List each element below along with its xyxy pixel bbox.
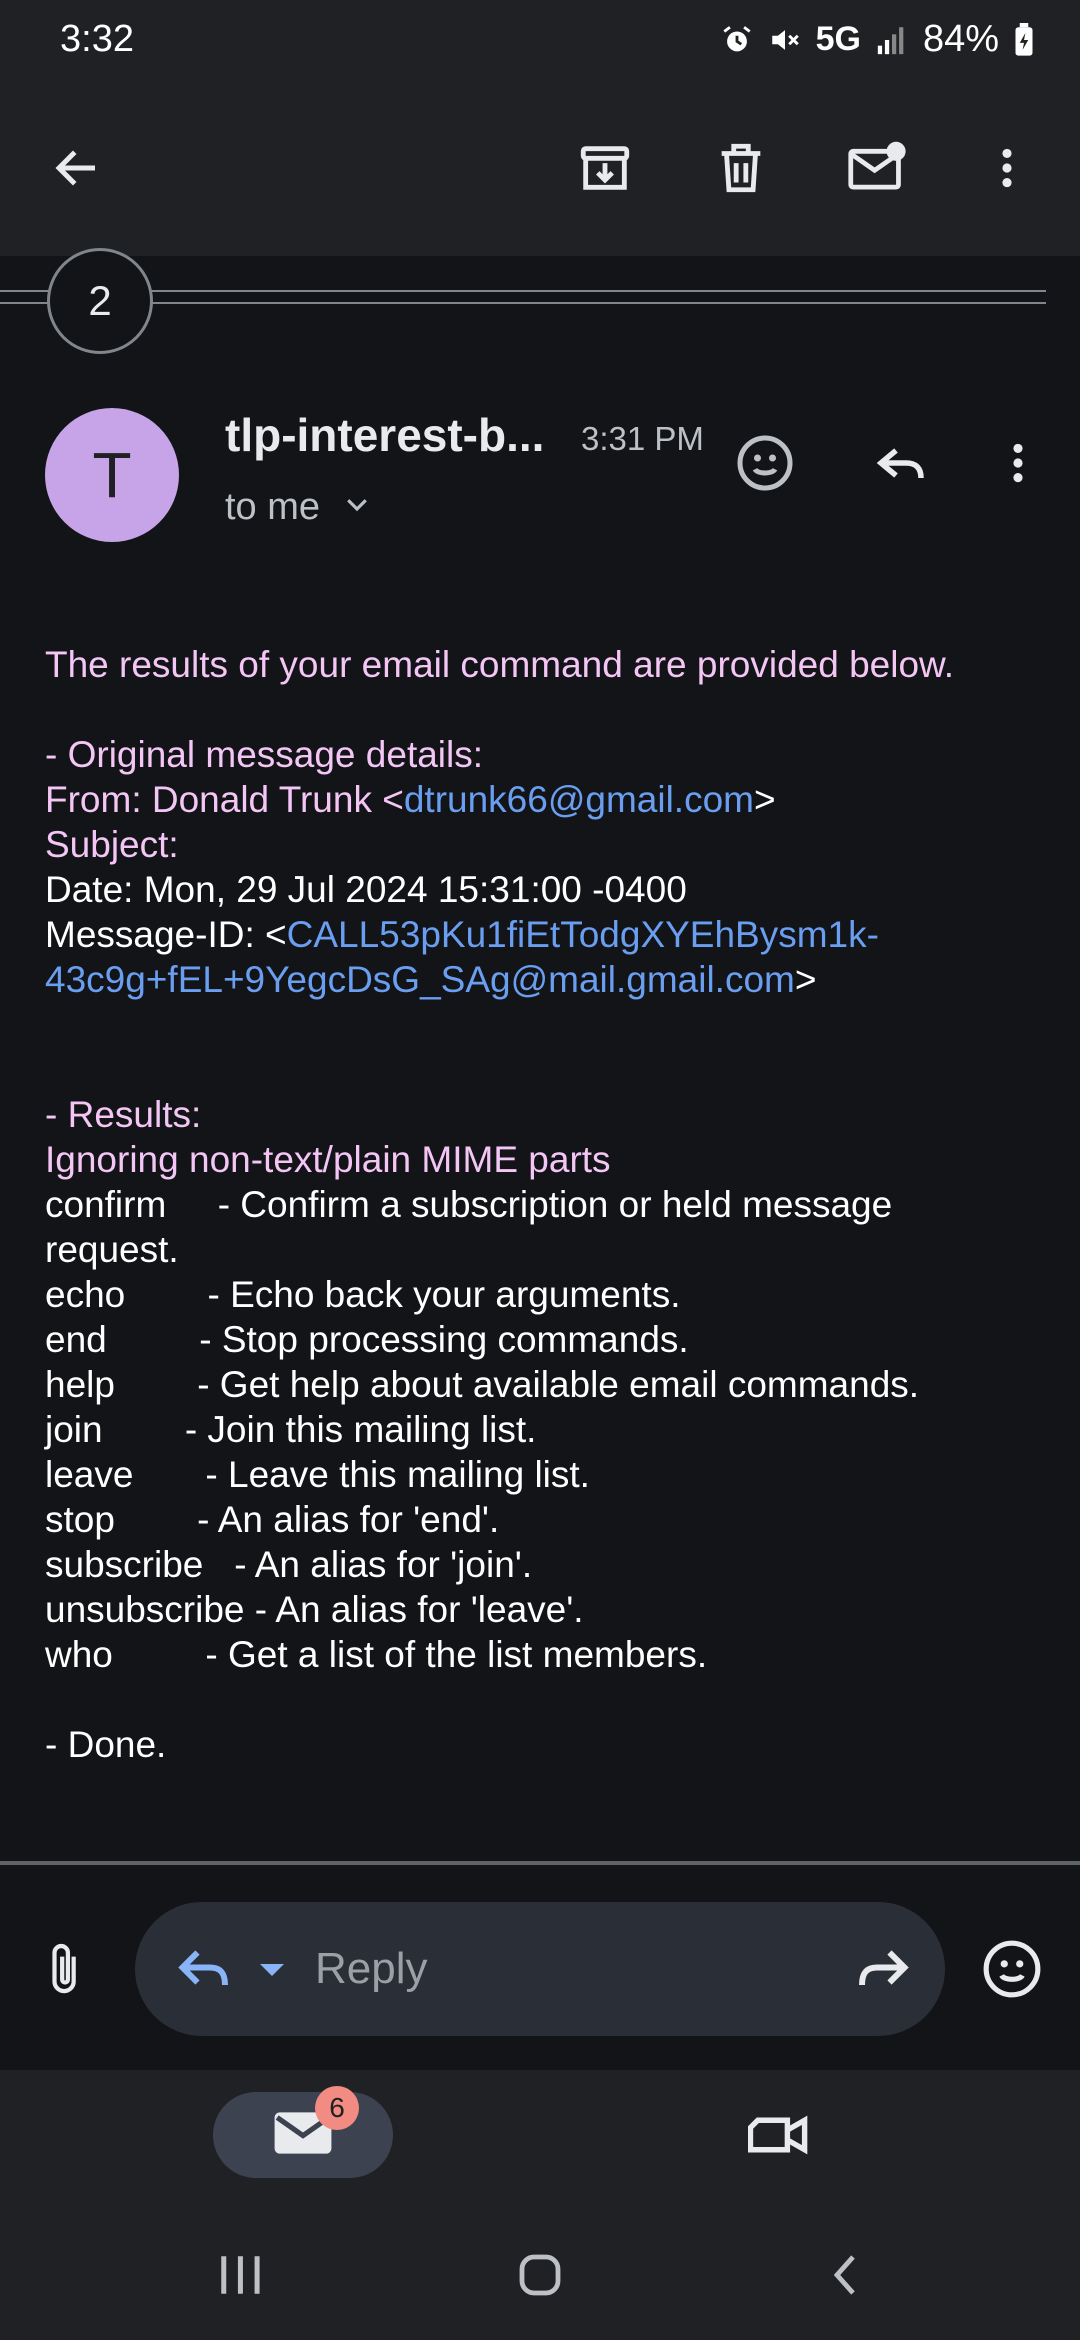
command-line: echo - Echo back your arguments. [45, 1274, 681, 1315]
message-id-line: Message-ID: <CALL53pKu1fiEtTodgXYEhBysm1… [45, 912, 1045, 957]
email-body: The results of your email command are pr… [45, 642, 1045, 1767]
top-toolbar [0, 80, 1080, 256]
from-label: From: Donald Trunk < [45, 779, 404, 820]
more-vert-icon[interactable] [973, 418, 1063, 508]
emoji-icon[interactable] [978, 1935, 1046, 2003]
command-line: confirm - Confirm a subscription or held… [45, 1184, 893, 1225]
reply-icon[interactable] [856, 418, 946, 508]
mark-unread-icon[interactable] [827, 80, 927, 256]
dropdown-icon[interactable] [252, 1955, 292, 1985]
reply-placeholder: Reply [315, 1944, 428, 1993]
collapsed-divider [0, 302, 1046, 304]
battery-percent: 84% [922, 18, 999, 60]
command-line: help - Get help about available email co… [45, 1364, 920, 1405]
alarm-icon [720, 23, 754, 57]
avatar[interactable]: T [45, 408, 179, 542]
sent-time: 3:31 PM [581, 420, 704, 457]
body-intro: The results of your email command are pr… [45, 644, 954, 685]
attachment-icon[interactable] [36, 1935, 96, 2005]
forward-icon[interactable] [850, 1940, 914, 2000]
message-id-line-2: 43c9g+fEL+9YegcDsG_SAg@mail.gmail.com> [45, 957, 1045, 1002]
reply-icon[interactable] [170, 1940, 240, 2000]
archive-icon[interactable] [555, 80, 655, 256]
video-meet-icon[interactable] [730, 2092, 830, 2178]
bottom-navigation [0, 2070, 1080, 2200]
original-details-heading: - Original message details: [45, 734, 484, 775]
more-vert-icon[interactable] [957, 80, 1057, 256]
mail-unread-badge: 6 [315, 2086, 359, 2130]
status-time: 3:32 [60, 18, 134, 60]
message-id-close: > [794, 959, 817, 1000]
collapsed-messages-count[interactable]: 2 [47, 248, 153, 354]
command-line: who - Get a list of the list members. [45, 1634, 708, 1675]
command-line: subscribe - An alias for 'join'. [45, 1544, 533, 1585]
from-email-link[interactable]: dtrunk66@gmail.com [404, 779, 754, 820]
mute-icon [768, 23, 802, 57]
emoji-react-icon[interactable] [720, 418, 810, 508]
signal-icon [875, 23, 909, 57]
command-line: unsubscribe - An alias for 'leave'. [45, 1589, 584, 1630]
home-icon[interactable] [510, 2245, 570, 2305]
back-icon[interactable] [815, 2245, 875, 2305]
message-id-label: Message-ID: < [45, 914, 287, 955]
results-heading: - Results: [45, 1094, 202, 1135]
command-line: leave - Leave this mailing list. [45, 1454, 590, 1495]
battery-icon [1013, 22, 1035, 57]
subject-line: Subject: [45, 824, 179, 865]
recipient-toggle[interactable]: to me [225, 486, 372, 529]
done-line: - Done. [45, 1724, 167, 1765]
trash-icon[interactable] [691, 80, 791, 256]
recents-icon[interactable] [210, 2245, 270, 2305]
message-id-link[interactable]: 43c9g+fEL+9YegcDsG_SAg@mail.gmail.com [45, 959, 795, 1000]
from-close: > [754, 779, 776, 820]
message-id-link[interactable]: CALL53pKu1fiEtTodgXYEhBysm1k- [287, 914, 879, 955]
back-arrow-icon[interactable] [27, 80, 127, 256]
date-line: Date: Mon, 29 Jul 2024 15:31:00 -0400 [45, 869, 687, 910]
recipient-label: to me [225, 486, 321, 528]
nav-mail[interactable] [213, 2092, 393, 2178]
command-line: stop - An alias for 'end'. [45, 1499, 500, 1540]
status-icons: 5G 84% [720, 18, 1035, 61]
command-line: end - Stop processing commands. [45, 1319, 689, 1360]
ignoring-line: Ignoring non-text/plain MIME parts [45, 1139, 611, 1180]
network-label: 5G [815, 20, 861, 58]
from-line: From: Donald Trunk <dtrunk66@gmail.com> [45, 777, 1045, 822]
sender-name[interactable]: tlp-interest-b... [225, 408, 544, 462]
command-line: request. [45, 1229, 179, 1270]
chevron-down-icon [342, 486, 372, 529]
collapsed-divider [0, 290, 1046, 292]
command-line: join - Join this mailing list. [45, 1409, 537, 1450]
